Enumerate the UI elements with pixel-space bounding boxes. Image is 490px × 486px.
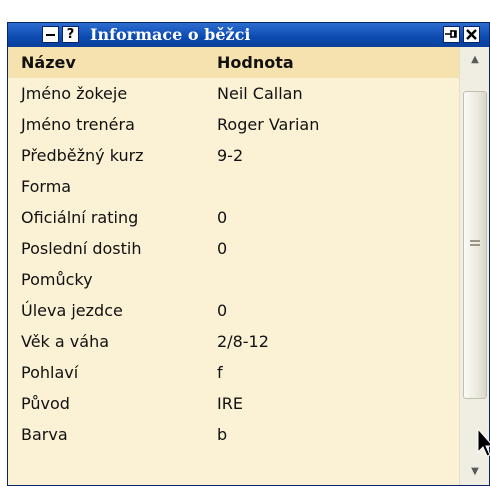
table-row[interactable]: Věk a váha 2/8-12 [8, 326, 459, 357]
row-value: IRE [217, 394, 243, 413]
row-label: Původ [21, 394, 70, 413]
row-label: Poslední dostih [21, 239, 142, 258]
runner-info-table: Název Hodnota Jméno žokeje Neil Callan J… [8, 47, 459, 485]
help-button[interactable]: ? [62, 26, 79, 43]
row-label: Jméno trenéra [21, 115, 135, 134]
table-row[interactable]: Pohlaví f [8, 357, 459, 388]
mouse-cursor-icon [477, 428, 490, 457]
close-icon[interactable] [463, 26, 480, 43]
table-row[interactable]: Původ IRE [8, 388, 459, 419]
table-row[interactable]: Forma [8, 171, 459, 202]
row-label: Forma [21, 177, 72, 196]
row-label: Pohlaví [21, 363, 79, 382]
row-value: 0 [217, 239, 228, 258]
pin-icon[interactable] [443, 26, 460, 43]
row-label: Věk a váha [21, 332, 110, 351]
grip-icon [470, 240, 480, 250]
row-value: 2/8-12 [217, 332, 269, 351]
row-value: Neil Callan [217, 84, 303, 103]
row-label: Oficiální rating [21, 208, 139, 227]
scroll-up-icon[interactable]: ▲ [460, 47, 489, 73]
table-row[interactable]: Jméno trenéra Roger Varian [8, 109, 459, 140]
row-value: b [217, 425, 228, 444]
table-row[interactable]: Úleva jezdce 0 [8, 295, 459, 326]
table-row[interactable]: Oficiální rating 0 [8, 202, 459, 233]
window-title: Informace o běžci [90, 25, 251, 44]
title-bar[interactable]: ? Informace o běžci [8, 23, 489, 47]
row-label: Pomůcky [21, 270, 93, 289]
row-label: Předběžný kurz [21, 146, 144, 165]
column-header-value: Hodnota [217, 53, 294, 72]
scroll-down-icon[interactable]: ▼ [460, 459, 489, 485]
row-value: Roger Varian [217, 115, 320, 134]
row-value: 0 [217, 301, 228, 320]
row-label: Jméno žokeje [21, 84, 128, 103]
vertical-scrollbar[interactable]: ▲ ▼ [459, 47, 489, 485]
table-header: Název Hodnota [8, 47, 459, 78]
column-header-name: Název [21, 53, 76, 72]
row-label: Úleva jezdce [21, 301, 123, 320]
minimize-icon[interactable] [42, 26, 59, 43]
row-value: 0 [217, 208, 228, 227]
table-row[interactable]: Pomůcky [8, 264, 459, 295]
row-value: f [217, 363, 223, 382]
table-row[interactable]: Předběžný kurz 9-2 [8, 140, 459, 171]
table-row[interactable]: Barva b [8, 419, 459, 450]
table-row[interactable]: Jméno žokeje Neil Callan [8, 78, 459, 109]
scrollbar-thumb[interactable] [463, 91, 487, 399]
row-value: 9-2 [217, 146, 244, 165]
table-row[interactable]: Poslední dostih 0 [8, 233, 459, 264]
runner-info-panel: ? Informace o běžci Název Hodnota Jméno … [7, 22, 490, 486]
row-label: Barva [21, 425, 68, 444]
